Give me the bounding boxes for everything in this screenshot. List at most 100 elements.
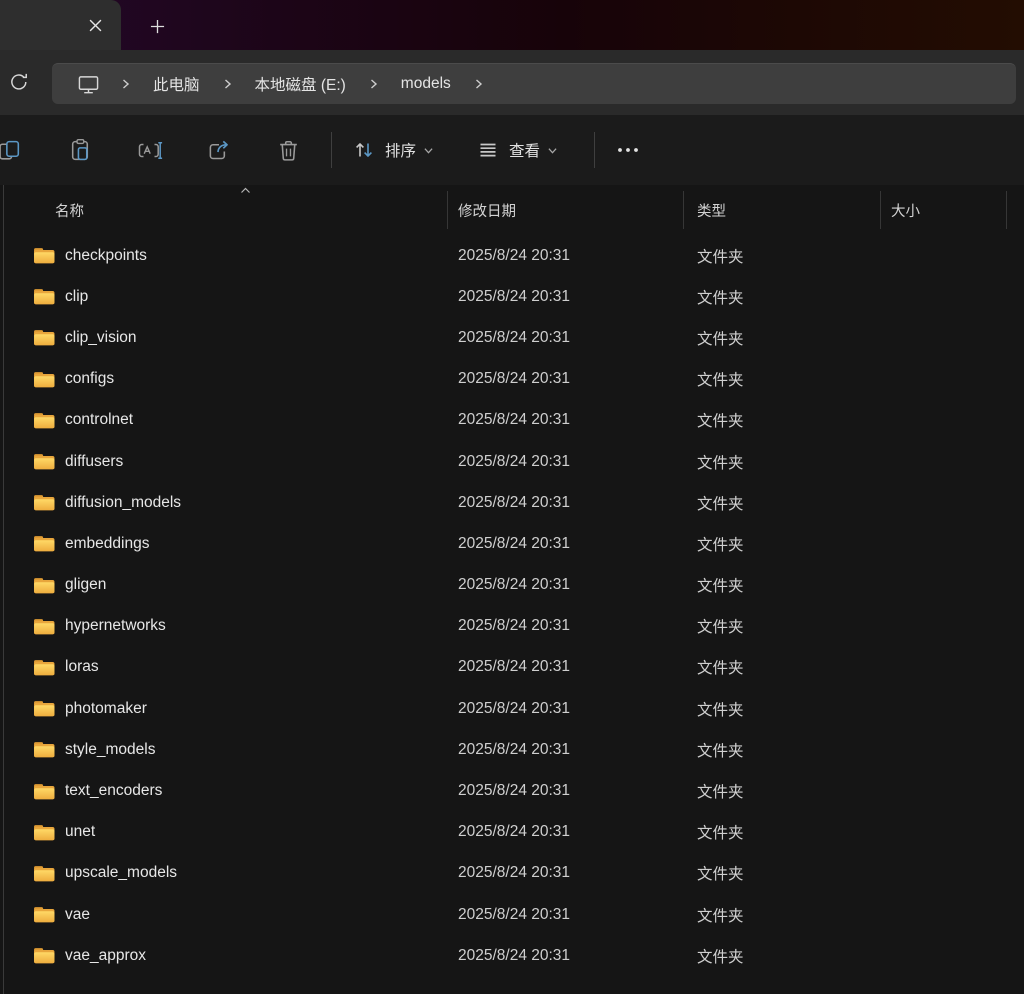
item-type: 文件夹 <box>684 698 881 720</box>
folder-icon <box>33 658 56 677</box>
modified-date: 2025/8/24 20:31 <box>448 288 684 306</box>
toolbar-separator <box>331 132 332 168</box>
item-type: 文件夹 <box>684 533 881 555</box>
folder-icon <box>33 287 56 306</box>
column-header-row: 名称 修改日期 类型 大小 <box>0 185 1024 235</box>
item-type: 文件夹 <box>684 945 881 967</box>
refresh-button[interactable] <box>2 65 36 99</box>
folder-name: unet <box>65 823 95 841</box>
folder-name: clip_vision <box>65 329 137 347</box>
chevron-down-icon <box>547 146 558 155</box>
item-type: 文件夹 <box>684 780 881 802</box>
folder-name: clip <box>65 288 88 306</box>
breadcrumb-chevron-icon[interactable] <box>348 78 399 90</box>
modified-date: 2025/8/24 20:31 <box>448 453 684 471</box>
modified-date: 2025/8/24 20:31 <box>448 823 684 841</box>
paste-button[interactable] <box>57 128 103 172</box>
tab-close-button[interactable] <box>81 11 109 39</box>
sort-icon <box>352 138 376 162</box>
explorer-tab[interactable] <box>0 0 121 50</box>
rename-button[interactable] <box>127 128 173 172</box>
breadcrumb-local-disk-e[interactable]: 本地磁盘 (E:) <box>253 73 348 95</box>
sort-label: 排序 <box>385 139 416 161</box>
sort-button[interactable]: 排序 <box>346 128 440 172</box>
column-header-type[interactable]: 类型 <box>684 191 881 229</box>
table-row[interactable]: embeddings 2025/8/24 20:31 文件夹 <box>0 523 1024 564</box>
modified-date: 2025/8/24 20:31 <box>448 864 684 882</box>
chevron-down-icon <box>423 146 434 155</box>
view-button[interactable]: 查看 <box>470 128 564 172</box>
modified-date: 2025/8/24 20:31 <box>448 494 684 512</box>
table-row[interactable]: gligen 2025/8/24 20:31 文件夹 <box>0 565 1024 606</box>
item-type: 文件夹 <box>684 574 881 596</box>
folder-icon <box>33 328 56 347</box>
table-row[interactable]: unet 2025/8/24 20:31 文件夹 <box>0 812 1024 853</box>
folder-name: diffusers <box>65 453 123 471</box>
modified-date: 2025/8/24 20:31 <box>448 535 684 553</box>
breadcrumb-models[interactable]: models <box>399 75 453 93</box>
share-icon <box>206 138 231 163</box>
folder-icon <box>33 576 56 595</box>
breadcrumb-this-pc[interactable]: 此电脑 <box>151 73 202 95</box>
this-pc-icon[interactable] <box>77 74 100 95</box>
folder-icon <box>33 782 56 801</box>
delete-button[interactable] <box>265 128 311 172</box>
table-row[interactable]: style_models 2025/8/24 20:31 文件夹 <box>0 729 1024 770</box>
table-row[interactable]: clip_vision 2025/8/24 20:31 文件夹 <box>0 317 1024 358</box>
table-row[interactable]: text_encoders 2025/8/24 20:31 文件夹 <box>0 770 1024 811</box>
share-button[interactable] <box>195 128 241 172</box>
column-header-size[interactable]: 大小 <box>881 191 1007 229</box>
column-header-name[interactable]: 名称 <box>0 191 448 229</box>
table-row[interactable]: clip 2025/8/24 20:31 文件夹 <box>0 276 1024 317</box>
table-row[interactable]: configs 2025/8/24 20:31 文件夹 <box>0 359 1024 400</box>
folder-icon <box>33 534 56 553</box>
table-row[interactable]: vae 2025/8/24 20:31 文件夹 <box>0 894 1024 935</box>
table-row[interactable]: photomaker 2025/8/24 20:31 文件夹 <box>0 688 1024 729</box>
table-row[interactable]: hypernetworks 2025/8/24 20:31 文件夹 <box>0 606 1024 647</box>
breadcrumb-chevron-icon[interactable] <box>453 78 504 90</box>
breadcrumb-chevron-icon[interactable] <box>100 78 151 90</box>
folder-name: vae <box>65 906 90 924</box>
address-bar[interactable]: 此电脑 本地磁盘 (E:) models <box>52 63 1016 104</box>
table-row[interactable]: diffusion_models 2025/8/24 20:31 文件夹 <box>0 482 1024 523</box>
copy-icon <box>0 138 23 163</box>
modified-date: 2025/8/24 20:31 <box>448 411 684 429</box>
more-options-button[interactable] <box>605 128 651 172</box>
table-row[interactable]: diffusers 2025/8/24 20:31 文件夹 <box>0 441 1024 482</box>
item-type: 文件夹 <box>684 656 881 678</box>
titlebar <box>0 0 1024 50</box>
column-header-modified[interactable]: 修改日期 <box>448 191 684 229</box>
copy-button[interactable] <box>0 128 33 172</box>
view-list-icon <box>476 138 500 162</box>
navigation-row: 此电脑 本地磁盘 (E:) models <box>0 50 1024 115</box>
folder-icon <box>33 411 56 430</box>
file-list: checkpoints 2025/8/24 20:31 文件夹 clip 202… <box>0 235 1024 976</box>
command-toolbar: 排序 查看 <box>0 115 1024 185</box>
folder-name: photomaker <box>65 700 147 718</box>
trash-icon <box>276 138 301 163</box>
item-type: 文件夹 <box>684 286 881 308</box>
folder-name: configs <box>65 370 114 388</box>
item-type: 文件夹 <box>684 739 881 761</box>
item-type: 文件夹 <box>684 615 881 637</box>
folder-icon <box>33 699 56 718</box>
modified-date: 2025/8/24 20:31 <box>448 741 684 759</box>
item-type: 文件夹 <box>684 409 881 431</box>
item-type: 文件夹 <box>684 492 881 514</box>
breadcrumb-chevron-icon[interactable] <box>202 78 253 90</box>
new-tab-button[interactable] <box>142 12 172 40</box>
table-row[interactable]: upscale_models 2025/8/24 20:31 文件夹 <box>0 853 1024 894</box>
refresh-icon <box>8 71 30 93</box>
table-row[interactable]: checkpoints 2025/8/24 20:31 文件夹 <box>0 235 1024 276</box>
folder-name: text_encoders <box>65 782 162 800</box>
paste-icon <box>68 138 93 163</box>
modified-date: 2025/8/24 20:31 <box>448 906 684 924</box>
table-row[interactable]: loras 2025/8/24 20:31 文件夹 <box>0 647 1024 688</box>
folder-icon <box>33 246 56 265</box>
table-row[interactable]: controlnet 2025/8/24 20:31 文件夹 <box>0 400 1024 441</box>
table-row[interactable]: vae_approx 2025/8/24 20:31 文件夹 <box>0 935 1024 976</box>
item-type: 文件夹 <box>684 368 881 390</box>
folder-name: gligen <box>65 576 106 594</box>
modified-date: 2025/8/24 20:31 <box>448 576 684 594</box>
rename-icon <box>137 138 163 163</box>
